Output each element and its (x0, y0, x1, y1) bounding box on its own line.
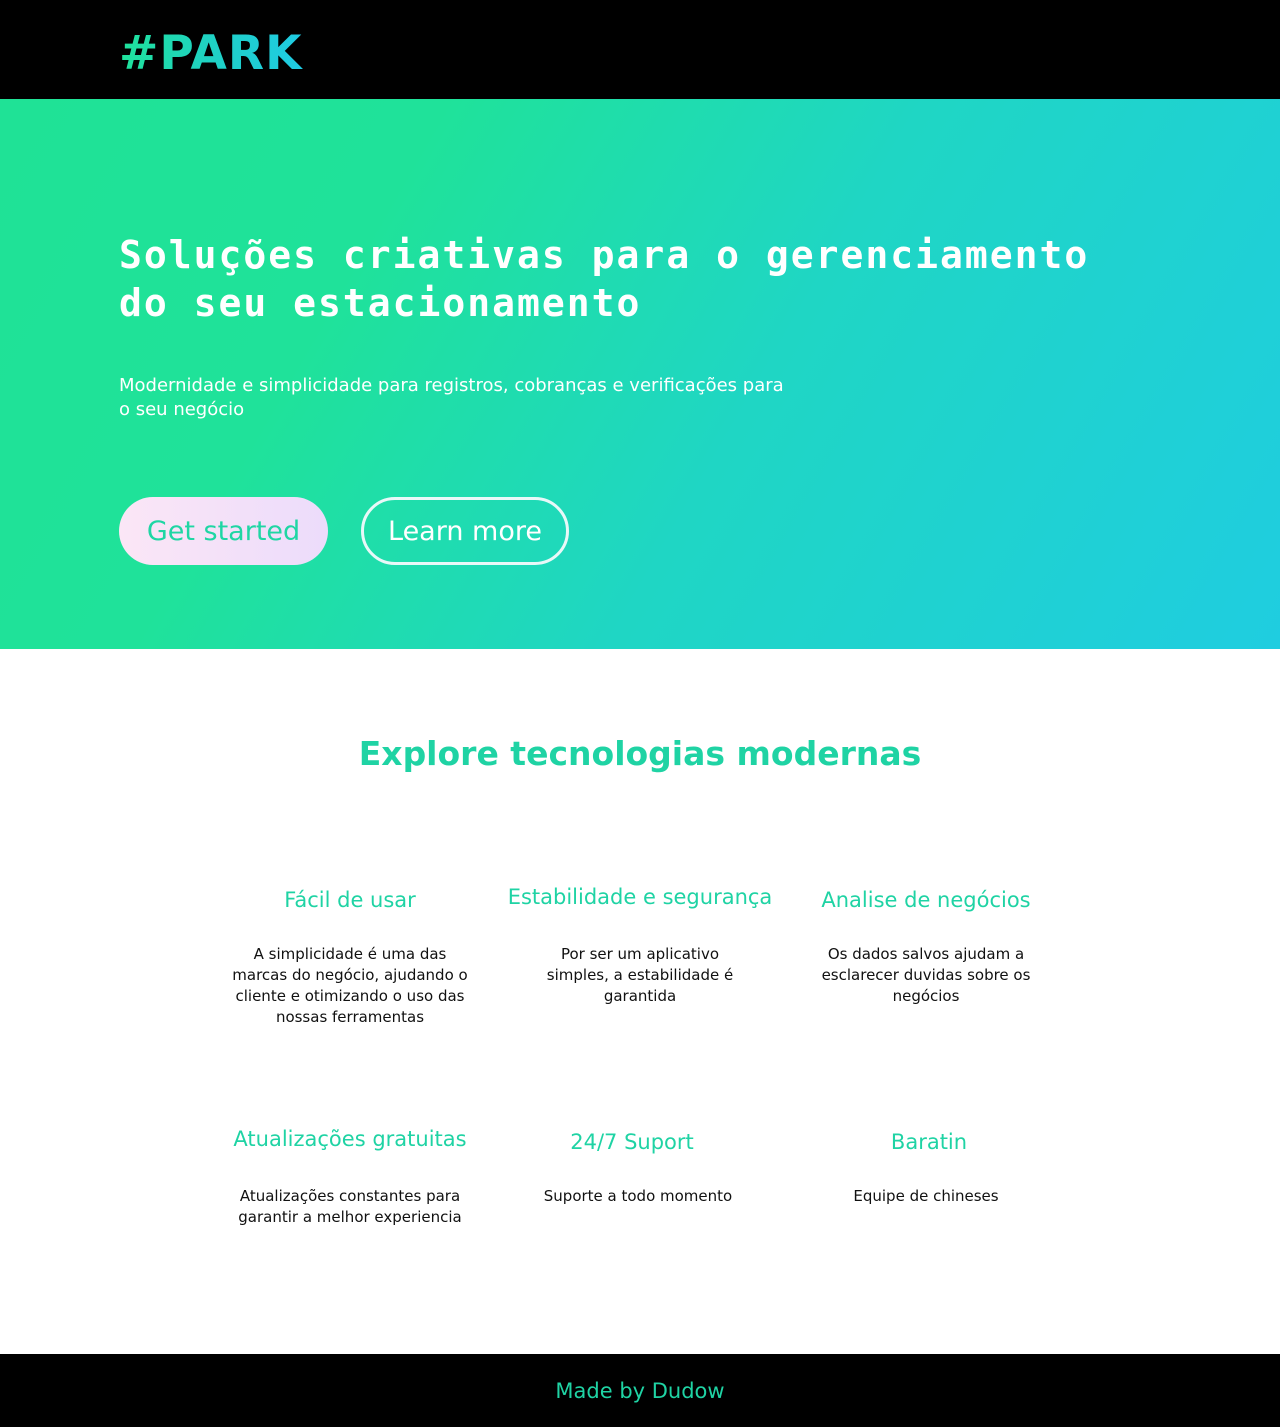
feature-card: Atualizações gratuitas Atualizações cons… (200, 1125, 500, 1228)
feature-description: Os dados salvos ajudam a esclarecer duvi… (821, 945, 1031, 1005)
feature-title: Baratin (890, 1130, 968, 1154)
get-started-button[interactable]: Get started (119, 497, 328, 565)
feature-description: Suporte a todo momento (543, 1187, 733, 1205)
feature-description: Equipe de chineses (853, 1187, 999, 1205)
feature-description: Por ser um aplicativo simples, a estabil… (546, 945, 734, 1005)
feature-card: Analise de negócios Os dados salvos ajud… (776, 886, 1076, 1007)
logo[interactable]: #PARK (119, 26, 303, 82)
hero-subtitle: Modernidade e simplicidade para registro… (119, 375, 784, 420)
features-heading: Explore tecnologias modernas (358, 734, 922, 773)
top-bar: #PARK (0, 0, 1280, 99)
feature-card: Fácil de usar A simplicidade é uma das m… (200, 886, 500, 1028)
footer-credit: Made by Dudow (555, 1378, 725, 1403)
feature-title: 24/7 Suport (570, 1130, 694, 1154)
hero-title: Soluções criativas para o gerenciamento … (119, 233, 1090, 325)
feature-description: Atualizações constantes para garantir a … (238, 1187, 462, 1226)
feature-card: Estabilidade e segurança Por ser um apli… (490, 883, 790, 1007)
footer: Made by Dudow (0, 1354, 1280, 1427)
learn-more-button[interactable]: Learn more (361, 497, 569, 565)
feature-title: Fácil de usar (284, 888, 416, 912)
hero-section: Soluções criativas para o gerenciamento … (0, 99, 1280, 649)
feature-title: Analise de negócios (821, 888, 1031, 912)
feature-description: A simplicidade é uma das marcas do negóc… (232, 945, 468, 1026)
feature-card: Baratin Equipe de chineses (779, 1128, 1079, 1207)
feature-title: Atualizações gratuitas (233, 1127, 467, 1151)
feature-card: 24/7 Suport Suporte a todo momento (482, 1128, 782, 1207)
feature-title: Estabilidade e segurança (507, 885, 773, 909)
